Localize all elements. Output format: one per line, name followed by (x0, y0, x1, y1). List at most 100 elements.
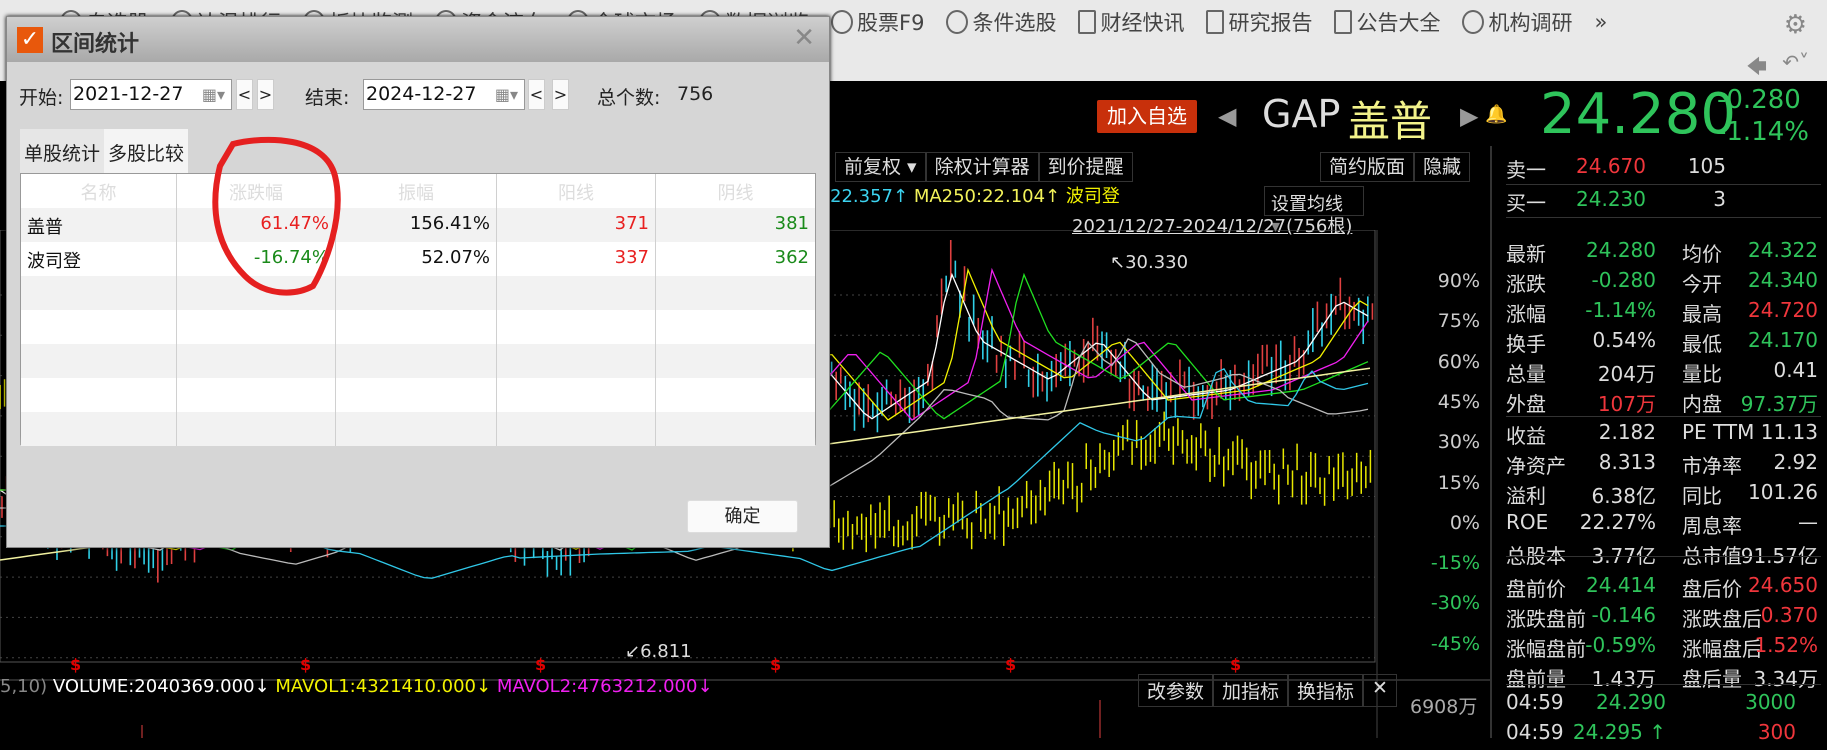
hide-button[interactable]: 隐藏 (1414, 152, 1471, 182)
y-tick-label: 90% (1437, 270, 1480, 292)
table-cell (336, 378, 497, 412)
ma-value: 22.357↑ (830, 186, 909, 207)
quote-row: 总量 204万 量比 0.41 (1506, 358, 1826, 388)
total-label: 总个数: (597, 87, 661, 109)
calendar-icon[interactable]: ▦▾ (495, 85, 518, 104)
back-icon[interactable]: 🡄 (1746, 52, 1767, 86)
table-cell (21, 378, 177, 412)
document-icon (1206, 10, 1225, 34)
quote-row: 涨幅盘前 -0.59% 涨幅盘后 1.52% (1506, 633, 1826, 663)
price-alert-button[interactable]: 到价提醒 (1038, 152, 1133, 182)
table-cell (336, 310, 497, 344)
price-change: -0.280 -1.14% (1717, 84, 1809, 148)
quote-row: 盘前价 24.414 盘后价 24.650 (1506, 573, 1826, 603)
adjust-label: 前复权 (844, 156, 902, 178)
table-cell: 362 (774, 247, 809, 268)
field-label: 外盘 (1506, 392, 1546, 416)
chart-toolbar-right: 简约版面 隐藏 (1320, 152, 1471, 182)
ok-button[interactable]: 确定 (687, 500, 798, 533)
field-label: 溢利 (1506, 484, 1546, 508)
volume-toolbar: 改参数 加指标 换指标 ✕ (1138, 674, 1397, 707)
start-prev-button[interactable]: < (236, 79, 253, 110)
table-row[interactable]: 波司登 -16.74% 52.07% 337 362 (21, 242, 815, 276)
ex-rights-calculator-button[interactable]: 除权计算器 (925, 152, 1039, 182)
field-value: 3.34万 (1753, 667, 1818, 691)
field-label: 涨跌 (1506, 272, 1546, 296)
table-cell (177, 344, 336, 378)
table-row[interactable]: 盖普 61.47% 156.41% 371 381 (21, 208, 815, 242)
bid-label: 买一 (1506, 191, 1546, 215)
dialog-titlebar[interactable]: ✓ 区间统计 ✕ (7, 17, 829, 62)
prev-stock-icon[interactable]: ◀ (1218, 102, 1236, 130)
bid-volume: 3 (1713, 187, 1726, 211)
mavol2-value: MAVOL2:4763212.000↓ (496, 676, 713, 697)
field-value: 1.43万 (1591, 667, 1656, 691)
field-label: 涨幅盘前 (1506, 637, 1586, 661)
field-value: 204万 (1597, 362, 1656, 386)
table-cell (656, 310, 815, 344)
start-date-input[interactable]: 2021-12-27 ▦▾ (70, 79, 232, 110)
field-value: 3.77亿 (1591, 544, 1656, 568)
table-cell (656, 378, 815, 412)
nav-item[interactable]: 股票F9 (831, 7, 924, 37)
nav-item[interactable]: 公告大全 (1334, 7, 1440, 37)
divider (1506, 556, 1821, 557)
nav-item-label: 股票F9 (857, 11, 925, 35)
tab-multi-compare[interactable]: 多股比较 (104, 129, 189, 173)
nav-item[interactable]: 研究报告 (1206, 7, 1312, 37)
adjust-button[interactable]: 前复权 ▾ (835, 152, 926, 182)
start-date-value: 2021-12-27 (73, 83, 184, 105)
start-next-button[interactable]: > (257, 79, 274, 110)
nav-item[interactable]: 财经快讯 (1078, 7, 1184, 37)
tab-single-stock[interactable]: 单股统计 (20, 129, 105, 173)
add-watchlist-button[interactable]: 加入自选 (1097, 100, 1197, 133)
field-label: 涨跌盘前 (1506, 607, 1586, 631)
volume-value: VOLUME:2040369.000↓ (52, 676, 270, 697)
quote-row: 换手 0.54% 最低 24.170 (1506, 328, 1826, 358)
field-label: 总量 (1506, 362, 1546, 386)
field-value: 24.322 (1748, 238, 1818, 262)
tick-price: 24.290 (1596, 690, 1666, 714)
gear-icon[interactable]: ⚙ (1784, 10, 1807, 40)
next-stock-icon[interactable]: ▶ (1460, 102, 1478, 130)
quote-row: 涨跌盘前 -0.146 涨跌盘后 0.370 (1506, 603, 1826, 633)
field-value: 0.54% (1592, 328, 1656, 352)
simple-layout-button[interactable]: 简约版面 (1320, 152, 1415, 182)
add-indicator-button[interactable]: 加指标 (1213, 674, 1289, 707)
end-date-input[interactable]: 2024-12-27 ▦▾ (363, 79, 525, 110)
table-cell (177, 412, 336, 446)
edit-params-button[interactable]: 改参数 (1138, 674, 1214, 707)
document-icon (1078, 10, 1097, 34)
nav-item[interactable]: 机构调研 (1462, 7, 1572, 37)
calendar-icon[interactable]: ▦▾ (202, 85, 225, 104)
undo-icon[interactable]: ↶˅ (1782, 50, 1809, 74)
y-tick-label: 75% (1437, 310, 1480, 333)
bell-icon[interactable]: 🔔 (1485, 104, 1507, 125)
ask-row: 卖一 24.670 105 (1506, 154, 1826, 184)
tick-price: 24.295 ↑ (1572, 720, 1666, 744)
more-icon[interactable]: » (1594, 10, 1607, 34)
end-prev-button[interactable]: < (528, 79, 545, 110)
quote-row: 总股本 3.77亿 总市值 91.57亿 (1506, 540, 1826, 570)
interval-stats-dialog: ✓ 区间统计 ✕ 开始: 2021-12-27 ▦▾ < > 结束: 2024-1… (6, 16, 830, 548)
end-next-button[interactable]: > (552, 79, 569, 110)
y-tick-label: 45% (1437, 390, 1480, 413)
close-icon[interactable]: ✕ (793, 23, 815, 53)
field-value: -0.59% (1585, 633, 1656, 657)
nav-item-label: 公告大全 (1356, 11, 1441, 35)
field-value: -0.146 (1591, 603, 1656, 627)
quote-row: 涨幅 -1.14% 最高 24.720 (1506, 298, 1826, 328)
compare-stock: 波司登 (1065, 186, 1120, 207)
table-cell: 337 (497, 242, 656, 276)
switch-indicator-button[interactable]: 换指标 (1288, 674, 1364, 707)
close-icon[interactable]: ✕ (1363, 674, 1397, 707)
nav-item[interactable]: 条件选股 (946, 7, 1056, 37)
field-label: 净资产 (1506, 454, 1566, 478)
table-cell (21, 276, 177, 310)
field-label: 盘前价 (1506, 577, 1566, 601)
table-row (21, 310, 815, 344)
quote-icon (831, 10, 853, 34)
quote-panel: 卖一 24.670 105 买一 24.230 3 最新 24.280 均价 24.322 涨跌… (1490, 146, 1827, 744)
table-cell: 371 (497, 208, 656, 242)
change-pct: -1.14% (1717, 117, 1809, 147)
